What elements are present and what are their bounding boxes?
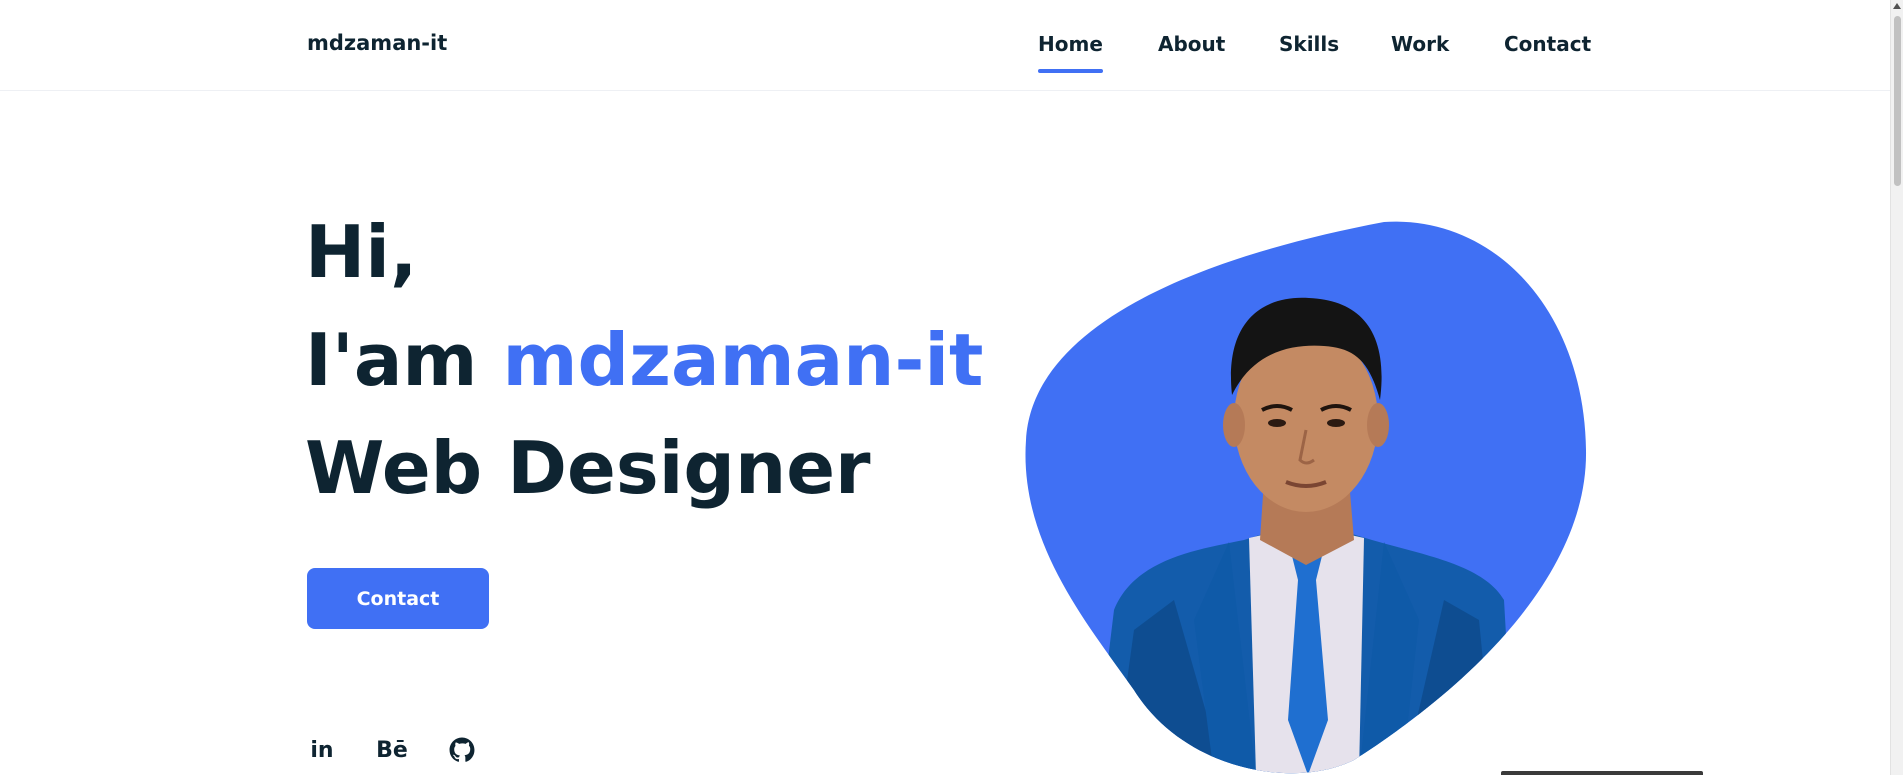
nav-about[interactable]: About xyxy=(1158,32,1225,56)
page-scrollbar[interactable] xyxy=(1890,0,1903,775)
nav-skills[interactable]: Skills xyxy=(1279,32,1339,56)
nav-contact[interactable]: Contact xyxy=(1504,32,1591,56)
github-glyph xyxy=(449,737,475,762)
behance-icon-text: Bē xyxy=(376,737,408,763)
hero-role: Web Designer xyxy=(305,426,871,510)
site-logo[interactable]: mdzaman-it xyxy=(307,31,447,55)
hero-name: mdzaman-it xyxy=(502,318,984,402)
nav-work[interactable]: Work xyxy=(1391,32,1449,56)
contact-button[interactable]: Contact xyxy=(307,568,489,629)
hero-intro-prefix: I'am xyxy=(305,318,503,402)
nav-home[interactable]: Home xyxy=(1038,32,1103,73)
linkedin-icon-text: in xyxy=(310,737,334,763)
profile-blob xyxy=(1025,221,1587,774)
profile-image xyxy=(1024,220,1588,775)
behance-icon[interactable]: Bē xyxy=(375,733,409,767)
hero-intro: I'am mdzaman-it xyxy=(305,318,983,402)
github-icon[interactable] xyxy=(445,733,479,767)
scrollbar-thumb[interactable] xyxy=(1894,16,1901,186)
site-header: mdzaman-it Home About Skills Work Contac… xyxy=(0,0,1890,91)
scroll-up-arrow-icon[interactable] xyxy=(1893,3,1901,9)
hero-greeting: Hi, xyxy=(305,210,418,294)
linkedin-icon[interactable]: in xyxy=(305,733,339,767)
bottom-edge-bar xyxy=(1501,771,1703,775)
